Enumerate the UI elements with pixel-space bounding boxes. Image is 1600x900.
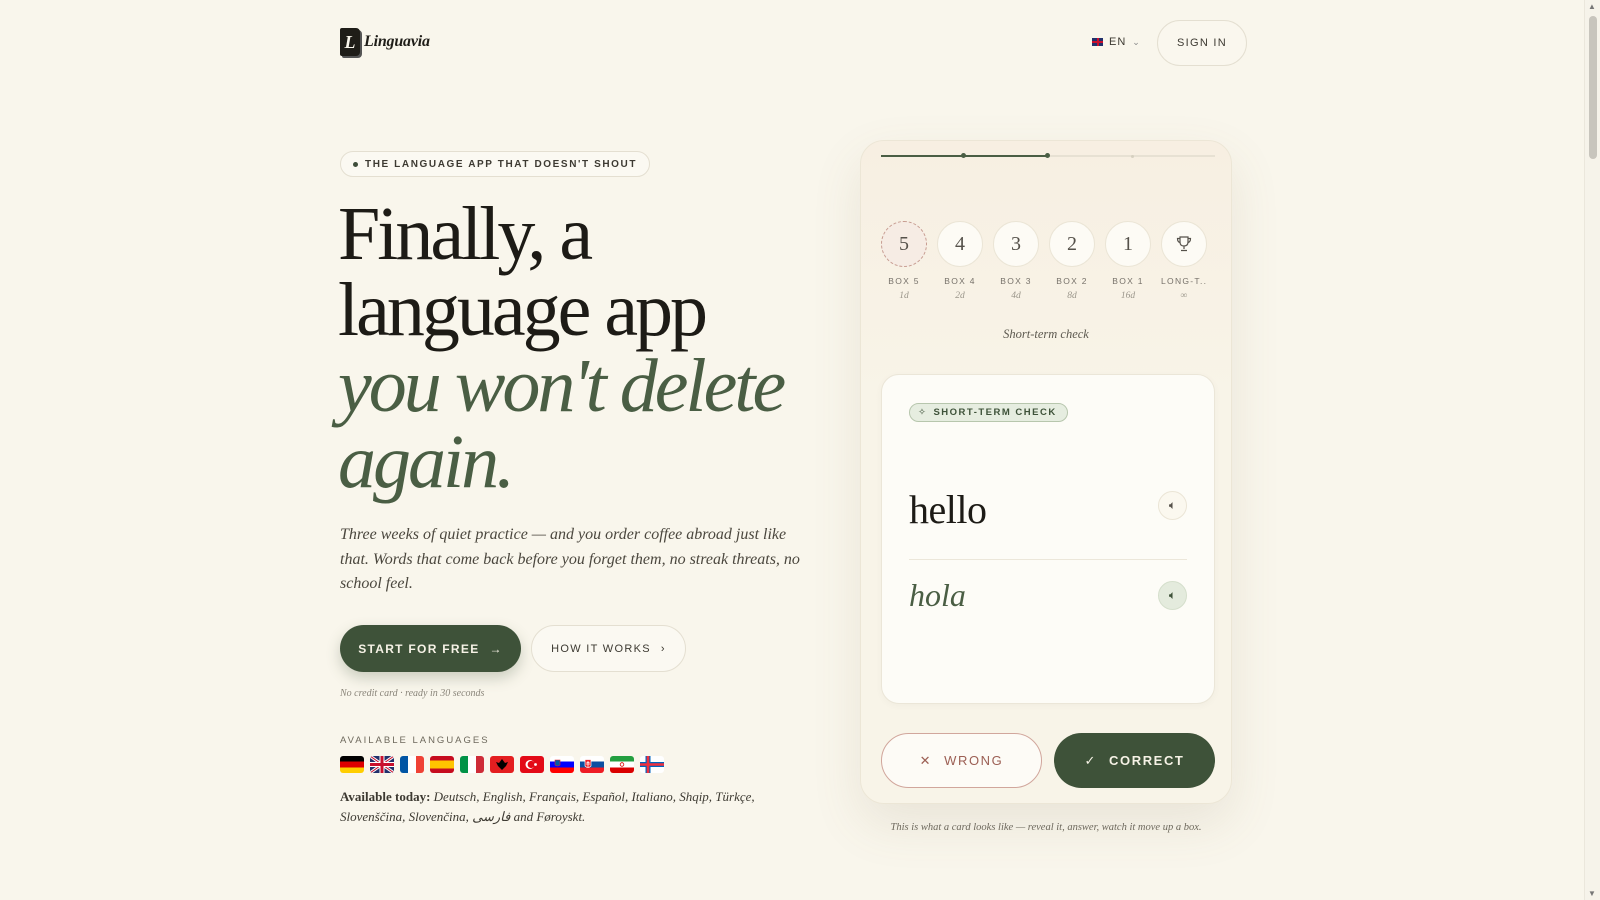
flag-si-icon [550,756,574,773]
box-name: LONG-T... [1161,276,1207,286]
tagline-pill: THE LANGUAGE APP THAT DOESN'T SHOUT [340,151,651,177]
play-translation-audio-button[interactable]: 🔈︎ [1158,581,1187,610]
flag-fr-icon [400,756,424,773]
box-2: 2 BOX 2 8d [1049,221,1095,301]
logo-mark: L [340,28,360,56]
flag-ir-icon [610,756,634,773]
box-interval: 8d [1067,291,1077,301]
flag-tr-icon [520,756,544,773]
progress-dot [1131,154,1134,158]
box-5: 5 BOX 5 1d [881,221,927,301]
box-name: BOX 1 [1112,276,1144,286]
flag-fo-icon [640,756,664,773]
flashcard-demo-panel: 5 BOX 5 1d 4 BOX 4 2d 3 BOX 3 4d 2 BOX 2… [860,140,1232,804]
sparkle-icon: ✧ [918,407,928,418]
uk-flag-icon [1092,38,1103,46]
check-icon: ✓ [1084,752,1097,768]
box-3: 3 BOX 3 4d [993,221,1039,301]
correct-label: CORRECT [1109,753,1185,768]
box-name: BOX 2 [1056,276,1088,286]
headline-emphasis-1: you won't delete [338,344,786,428]
speaker-icon: 🔈︎ [1168,498,1177,512]
chevron-down-icon: ⌄ [1132,36,1141,47]
scroll-down-icon[interactable]: ▼ [1588,889,1596,898]
box-1: 1 BOX 1 16d [1105,221,1151,301]
start-for-free-button[interactable]: START FOR FREE → [340,625,521,672]
flag-de-icon [340,756,364,773]
card-translation: hola [909,577,966,613]
available-languages-text: Available today: Deutsch, English, Franç… [340,787,800,827]
box-name: BOX 5 [888,276,920,286]
sign-in-button[interactable]: SIGN IN [1157,20,1247,66]
available-prefix: Available today: [340,789,431,804]
language-selector[interactable]: EN ⌄ [1092,36,1141,48]
wrong-label: WRONG [944,753,1004,768]
flag-sk-icon [580,756,604,773]
logo[interactable]: L Linguavia [340,28,430,56]
box-interval: 16d [1120,291,1136,301]
box-number: 1 [1105,221,1151,267]
hero-lede: Three weeks of quiet practice — and you … [340,526,800,592]
logo-text: Linguavia [364,33,430,50]
headline-line-1: Finally, a [338,192,593,276]
speaker-icon: 🔈︎ [1168,588,1177,602]
box-number: 3 [993,221,1039,267]
flag-it-icon [460,756,484,773]
card-word: hello [909,487,987,532]
page-scrollbar[interactable]: ▲ ▼ [1584,0,1600,900]
phase-label: Short-term check [1003,327,1089,341]
card-divider [909,559,1187,560]
demo-caption: This is what a card looks like — reveal … [890,822,1202,833]
hero-headline: Finally, a language app you won't delete… [338,192,786,504]
box-number: 2 [1049,221,1095,267]
box-name: BOX 4 [944,276,976,286]
how-it-works-button[interactable]: HOW IT WORKS › [531,625,686,672]
flag-gb-icon [370,756,394,773]
wrong-button[interactable]: ✕ WRONG [881,733,1042,788]
box-interval: 1d [899,291,909,301]
play-word-audio-button[interactable]: 🔈︎ [1158,491,1187,520]
language-flags [340,756,664,773]
leitner-boxes: 5 BOX 5 1d 4 BOX 4 2d 3 BOX 3 4d 2 BOX 2… [881,221,1207,301]
fineprint: No credit card · ready in 30 seconds [340,688,485,699]
progress-dot [961,153,966,158]
box-long-term: LONG-T... ∞ [1161,221,1207,301]
box-number: 5 [881,221,927,267]
language-code: EN [1109,36,1127,48]
card-phase-badge: ✧ SHORT-TERM CHECK [909,403,1068,422]
flag-al-icon [490,756,514,773]
progress-dot [1045,153,1050,158]
arrow-right-icon: → [489,641,503,656]
card-badge-label: SHORT-TERM CHECK [933,407,1057,418]
available-languages-label: AVAILABLE LANGUAGES [340,735,490,746]
headline-line-2: language app [338,268,708,352]
flag-es-icon [430,756,454,773]
chevron-right-icon: › [660,642,666,655]
box-interval: 4d [1011,291,1021,301]
box-name: BOX 3 [1000,276,1032,286]
box-number: 4 [937,221,983,267]
progress-track [881,153,1215,158]
scroll-thumb[interactable] [1589,16,1597,159]
close-icon: ✕ [919,752,933,768]
how-it-works-label: HOW IT WORKS [551,642,651,655]
box-interval: 2d [955,291,965,301]
box-interval: ∞ [1180,291,1188,301]
box-4: 4 BOX 4 2d [937,221,983,301]
headline-emphasis-2: again. [338,420,515,504]
dot-icon [353,161,358,167]
trophy-icon [1161,221,1207,267]
scroll-up-icon[interactable]: ▲ [1588,2,1596,11]
correct-button[interactable]: ✓ CORRECT [1054,733,1215,788]
tagline-text: THE LANGUAGE APP THAT DOESN'T SHOUT [365,158,638,170]
flashcard[interactable]: ✧ SHORT-TERM CHECK hello 🔈︎ hola 🔈︎ [881,374,1215,704]
start-for-free-label: START FOR FREE [358,641,480,656]
